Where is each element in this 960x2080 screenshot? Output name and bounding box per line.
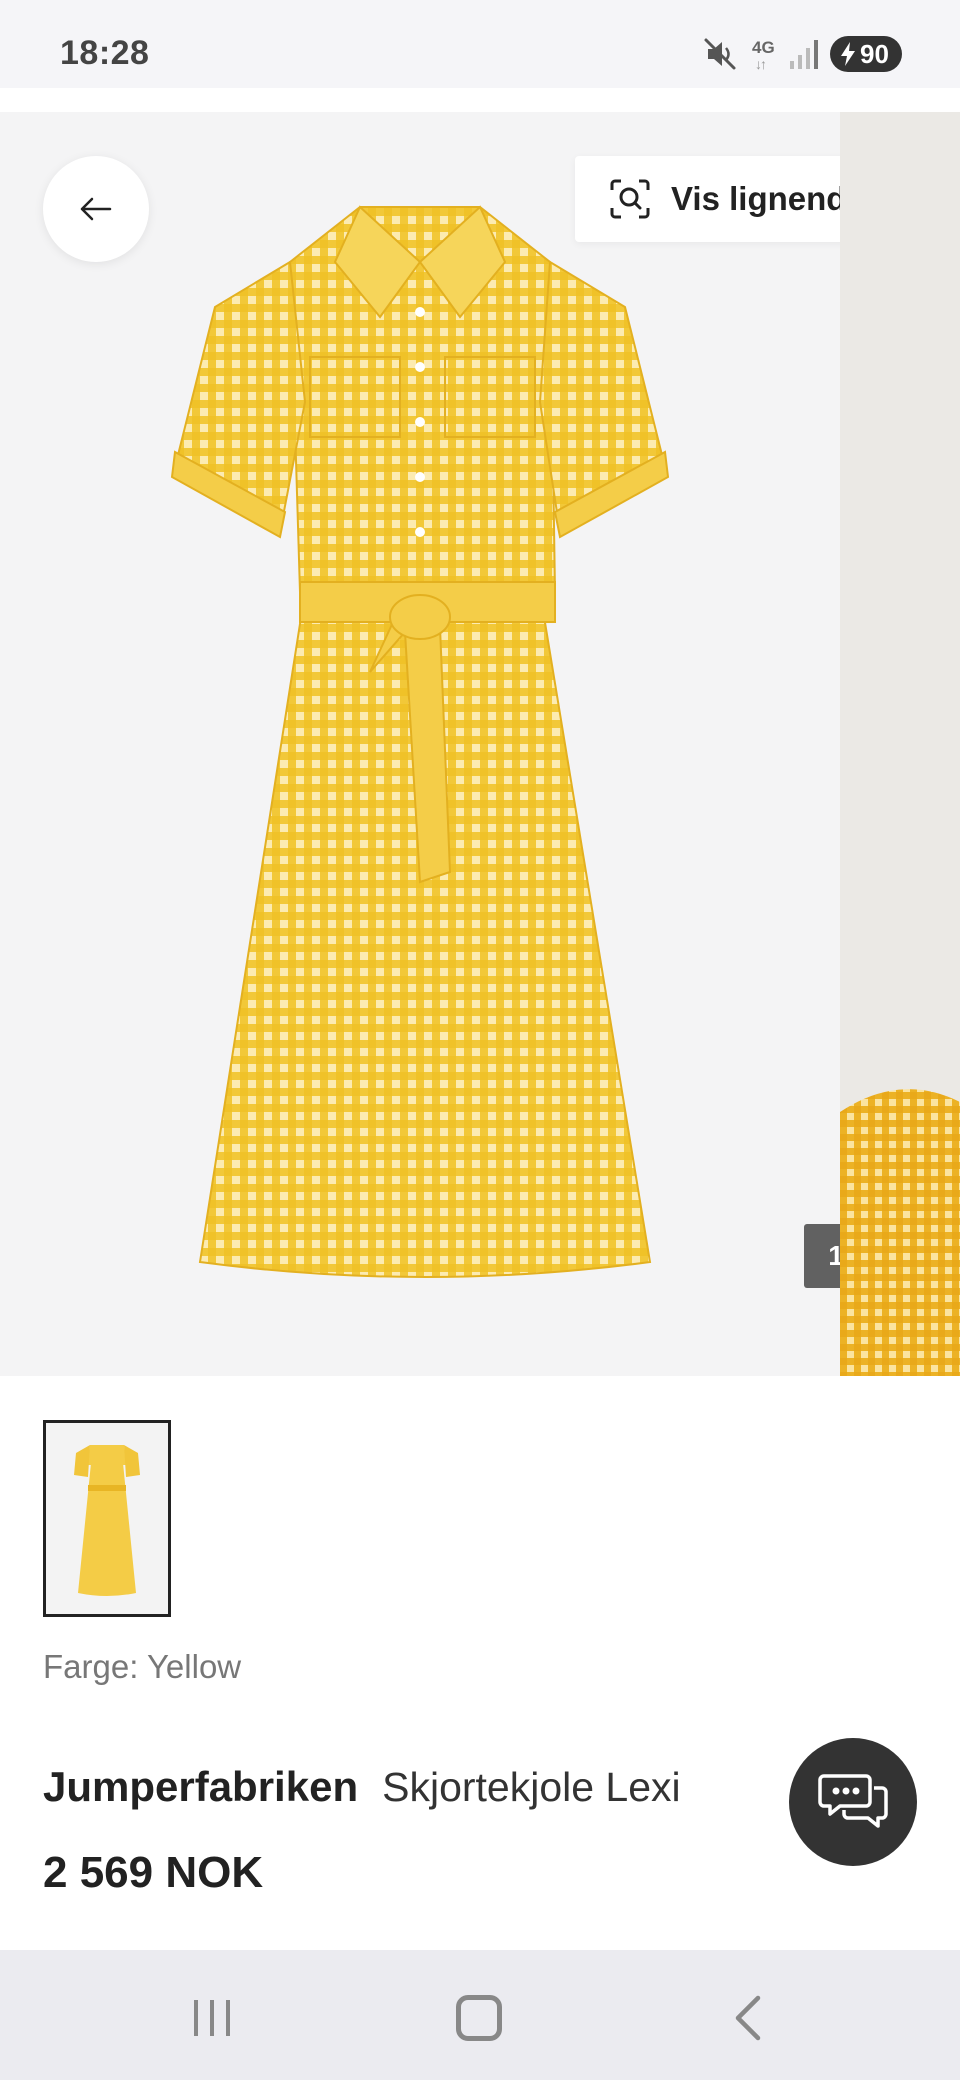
recent-apps-icon[interactable]	[190, 1998, 234, 2038]
color-label: Farge: Yellow	[43, 1648, 242, 1685]
status-icons: 4G ↓↑ 90	[700, 34, 902, 74]
network-arrows-icon: ↓↑	[755, 56, 767, 72]
network-indicator: 4G ↓↑	[752, 34, 780, 74]
home-icon[interactable]	[456, 1995, 502, 2041]
mute-icon	[704, 38, 736, 70]
charging-bolt-icon	[841, 42, 855, 66]
product-name: Skjortekjole Lexi	[382, 1764, 681, 1810]
status-time: 18:28	[60, 34, 150, 72]
show-similar-label: Vis lignende	[671, 180, 865, 217]
system-navigation-bar	[0, 1950, 960, 2080]
signal-icon	[790, 40, 818, 69]
product-title: Jumperfabriken Skjortekjole Lexi	[43, 1763, 681, 1811]
product-price: 2 569 NOK	[43, 1848, 264, 1897]
product-image[interactable]: Vis lignende 1 / 4	[0, 112, 917, 1376]
product-screen: 18:28 4G ↓↑ 90 Vis lignende 1 Farge: Yel…	[0, 0, 960, 2080]
back-button[interactable]	[43, 156, 149, 262]
brand-name[interactable]: Jumperfabriken	[43, 1763, 358, 1811]
chat-button[interactable]	[789, 1738, 917, 1866]
battery-level: 90	[860, 38, 889, 69]
dress-image	[170, 205, 670, 1278]
status-divider	[0, 88, 960, 112]
battery-indicator: 90	[830, 36, 902, 72]
thumbnail-image	[46, 1423, 168, 1614]
arrow-left-icon	[80, 197, 112, 221]
back-icon[interactable]	[732, 1994, 762, 2042]
status-bar: 18:28 4G ↓↑ 90	[0, 0, 960, 88]
next-product-image-peek[interactable]	[840, 112, 960, 1376]
next-image-preview	[840, 112, 960, 1376]
product-image-carousel[interactable]: Vis lignende 1 / 4	[0, 112, 960, 1376]
chat-bubbles-icon	[818, 1774, 888, 1828]
thumbnail-selected[interactable]	[43, 1420, 171, 1617]
network-label: 4G	[752, 38, 775, 57]
visual-search-icon	[610, 179, 650, 219]
